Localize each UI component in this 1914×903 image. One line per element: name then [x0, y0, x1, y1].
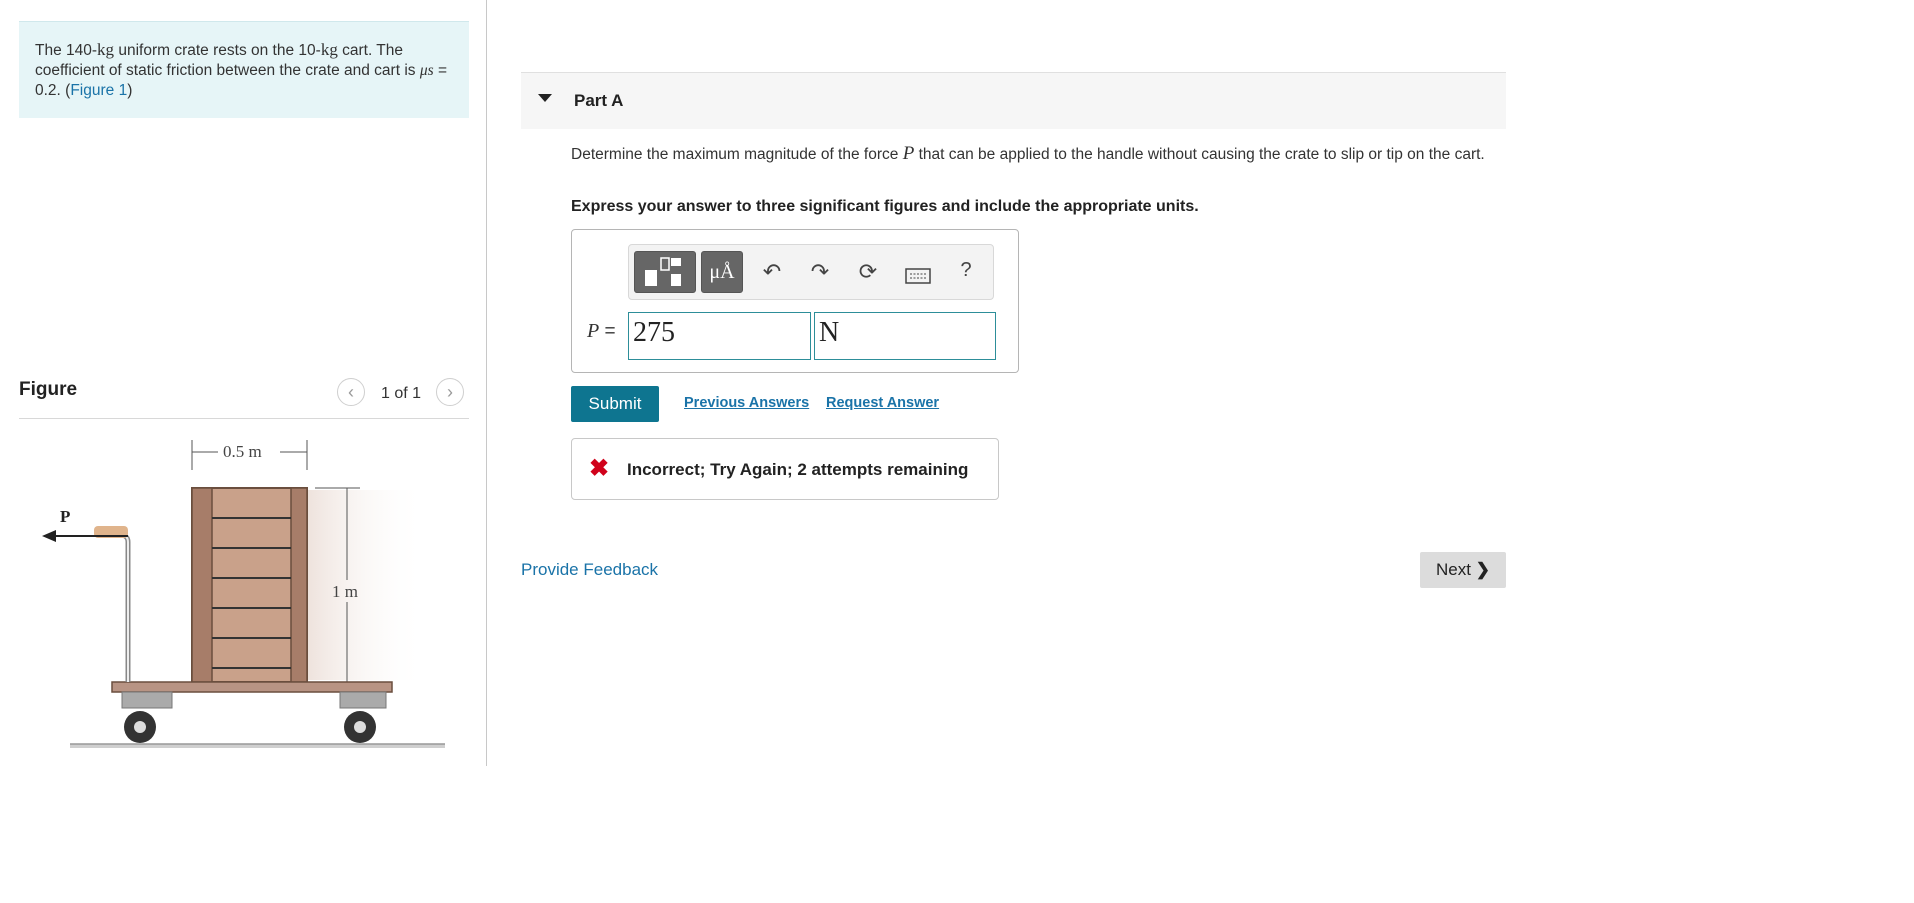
figure-title: Figure: [19, 379, 78, 400]
answer-var: P: [587, 320, 600, 342]
question-before: Determine the maximum magnitude of the f…: [571, 146, 903, 163]
units-icon: μÅ: [709, 261, 735, 283]
cart-platform: [111, 681, 393, 693]
crate-cart-figure: 0.5 m 1 m P: [42, 440, 445, 748]
chevron-left-icon: ‹: [348, 382, 354, 402]
unit-kg-2: kg: [320, 40, 338, 59]
force-label: P: [60, 507, 70, 526]
next-label: Next: [1436, 560, 1471, 579]
instruction-text: Express your answer to three significant…: [571, 198, 1199, 215]
unit-input[interactable]: N: [814, 312, 996, 360]
value-input[interactable]: 275: [628, 312, 811, 360]
panel-divider: [486, 0, 487, 766]
help-icon[interactable]: ?: [951, 259, 981, 282]
answer-box: μÅ ↶ ↷ ⟳ ? P = 275 N: [571, 229, 1019, 373]
cart-handle: [98, 532, 131, 682]
units-button[interactable]: μÅ: [701, 251, 743, 293]
next-button[interactable]: Next ❯: [1420, 552, 1506, 588]
problem-statement: The 140-kg uniform crate rests on the 10…: [19, 21, 469, 118]
unit-kg-1: kg: [97, 40, 115, 59]
x-icon: ✖: [589, 455, 610, 482]
answer-eq: =: [599, 321, 616, 342]
reset-icon[interactable]: ⟳: [853, 259, 883, 285]
part-title: Part A: [574, 91, 624, 110]
feedback-text: Incorrect; Try Again; 2 attempts remaini…: [627, 460, 969, 479]
question-text: Determine the maximum magnitude of the f…: [571, 144, 1511, 165]
left-panel: The 140-kg uniform crate rests on the 10…: [0, 0, 487, 766]
part-a-header[interactable]: Part A: [521, 72, 1506, 129]
question-after: that can be applied to the handle withou…: [914, 146, 1485, 163]
submit-button[interactable]: Submit: [571, 386, 659, 422]
problem-text-1: The 140-: [35, 42, 98, 59]
question-var: P: [902, 143, 915, 164]
problem-text-5: ): [127, 82, 133, 99]
chevron-right-icon: ›: [447, 382, 453, 402]
equation-toolbar: μÅ ↶ ↷ ⟳ ?: [628, 244, 994, 300]
figure-prev-button[interactable]: ‹: [337, 378, 365, 406]
provide-feedback-link[interactable]: Provide Feedback: [521, 560, 658, 580]
chevron-right-icon: ❯: [1475, 560, 1490, 579]
undo-icon[interactable]: ↶: [757, 259, 787, 285]
templates-button[interactable]: [634, 251, 696, 293]
templates-icon: [645, 257, 681, 286]
feedback-message: ✖ Incorrect; Try Again; 2 attempts remai…: [571, 438, 999, 500]
motion-blur: [295, 490, 425, 680]
figure-count: 1 of 1: [381, 385, 422, 402]
height-label: 1 m: [332, 582, 358, 601]
redo-icon[interactable]: ↷: [805, 259, 835, 285]
figure-next-button[interactable]: ›: [436, 378, 464, 406]
mu-symbol: μs: [419, 62, 434, 79]
problem-text-2: uniform crate rests on the 10-: [114, 42, 321, 59]
request-answer-link[interactable]: Request Answer: [826, 395, 939, 411]
caret-down-icon[interactable]: [538, 94, 552, 102]
previous-answers-link[interactable]: Previous Answers: [684, 395, 809, 411]
figure-link[interactable]: Figure 1: [70, 82, 127, 99]
width-label: 0.5 m: [223, 442, 262, 461]
keyboard-icon[interactable]: [903, 264, 933, 290]
answer-label: P =: [587, 320, 616, 343]
figure-header: Figure ‹ 1 of 1 ›: [19, 376, 469, 419]
